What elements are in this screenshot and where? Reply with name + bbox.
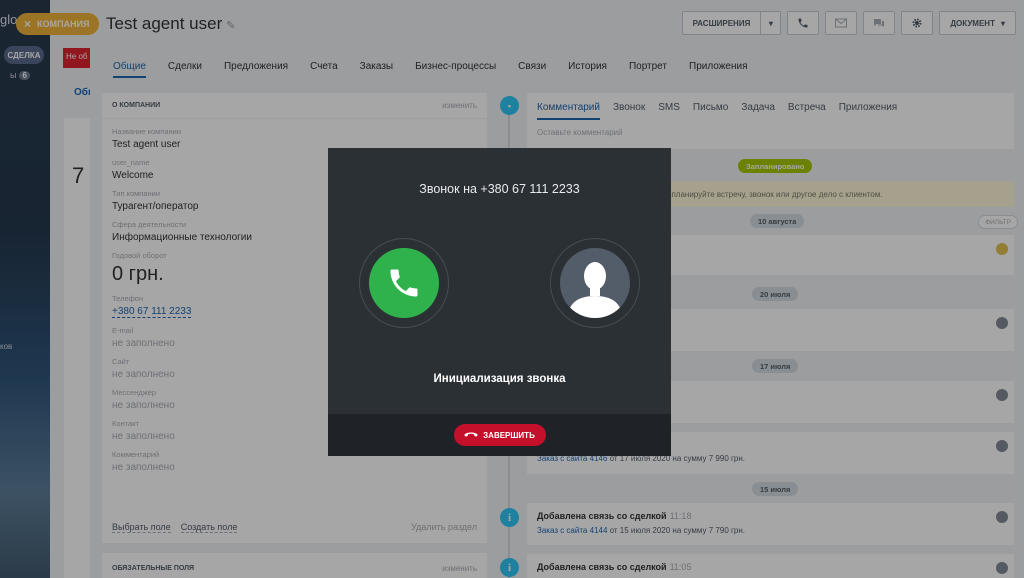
user-silhouette-icon: [560, 248, 630, 318]
call-title: Звонок на +380 67 111 2233: [419, 182, 580, 196]
call-status: Инициализация звонка: [433, 373, 566, 385]
call-phone-ring: [359, 238, 449, 328]
call-popup: Звонок на +380 67 111 2233 Инициализация…: [328, 148, 671, 456]
contact-avatar-ring: [550, 238, 640, 328]
call-footer: ЗАВЕРШИТЬ: [328, 414, 671, 456]
end-call-button[interactable]: ЗАВЕРШИТЬ: [453, 424, 546, 446]
hangup-icon: [464, 432, 478, 437]
phone-icon: [369, 248, 439, 318]
